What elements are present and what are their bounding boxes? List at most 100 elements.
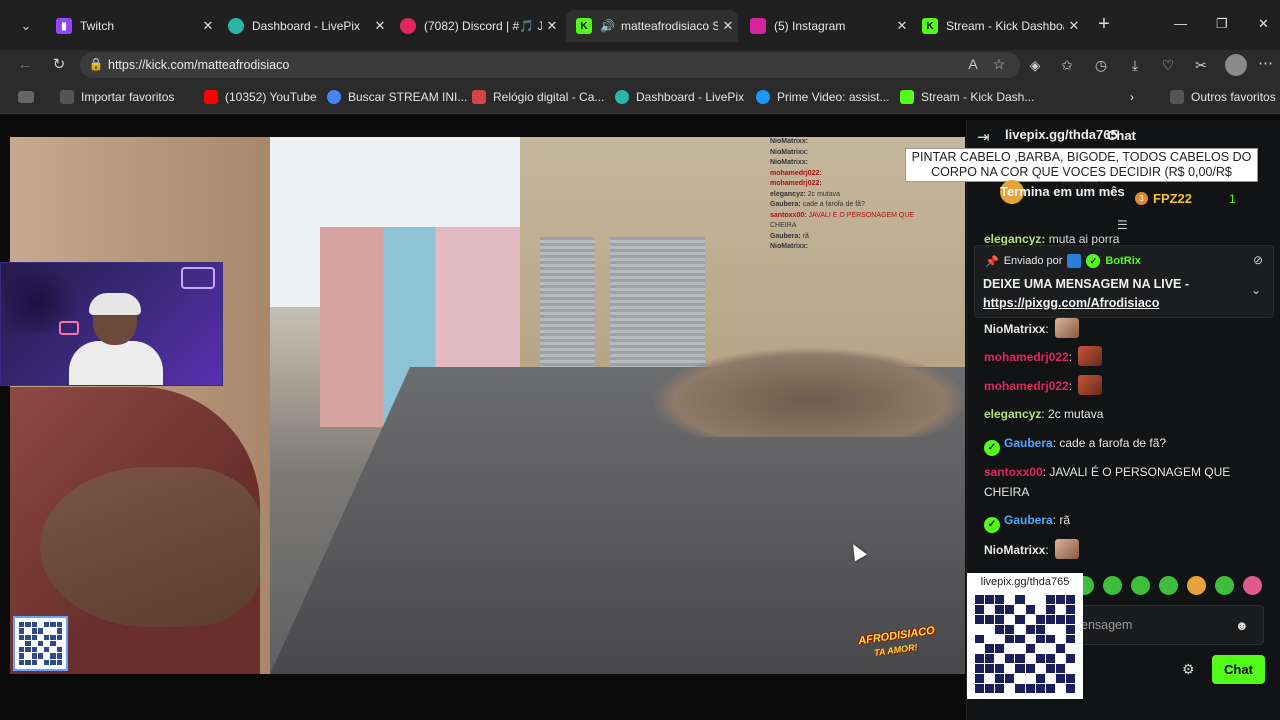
pinned-message: 📌 Enviado por ✓ BotRix ⊘ DEIXE UMA MENSA… <box>974 245 1274 318</box>
qr-code-small <box>13 616 68 671</box>
collapse-chat-icon[interactable]: ⇥ <box>977 128 995 146</box>
emote-icon[interactable] <box>1159 576 1178 595</box>
favorites-icon[interactable]: ✩ <box>1056 55 1078 75</box>
minimize-icon[interactable]: — <box>1174 16 1187 31</box>
chat-message: ✓ Gaubera: cade a farofa de fã? <box>984 433 1166 456</box>
overlay-chat-line: NioMatrixx: <box>770 243 809 250</box>
close-icon[interactable]: ✕ <box>892 18 912 34</box>
chat-text: CHEIRA <box>984 485 1030 499</box>
address-bar[interactable]: 🔒 https://kick.com/matteafrodisiaco A ☆ <box>80 52 1020 78</box>
tab-label: matteafrodisiaco St <box>620 19 718 33</box>
tab-list-icon[interactable] <box>18 88 41 106</box>
chat-message: mohamedrj022: <box>984 375 1103 396</box>
emote-icon[interactable] <box>1215 576 1234 595</box>
restore-icon[interactable]: ❐ <box>1216 16 1228 32</box>
close-icon[interactable]: ✕ <box>1064 18 1084 34</box>
chat-message: NioMatrixx: <box>984 318 1080 339</box>
history-icon[interactable]: ◷ <box>1090 55 1112 75</box>
new-tab-button[interactable]: + <box>1094 14 1114 35</box>
window-close-icon[interactable]: ✕ <box>1258 16 1269 32</box>
pinned-toggle-icon[interactable]: ☰ <box>1117 218 1128 232</box>
tab-discord[interactable]: (7082) Discord | #🎵 Jli ✕ <box>390 10 562 42</box>
bookmark-other[interactable]: Outros favoritos <box>1170 88 1276 106</box>
chat-title: Chat <box>1107 128 1136 143</box>
tab-kick-active[interactable]: K 🔊 matteafrodisiaco St ✕ <box>566 10 738 42</box>
tab-twitch[interactable]: ▮ Twitch ✕ <box>46 10 218 42</box>
tab-label: (5) Instagram <box>774 19 846 33</box>
speaker-icon[interactable]: 🔊 <box>600 19 615 33</box>
overlay-chat-line: elegancyz: 2c mutava <box>770 190 841 198</box>
site-info-icon[interactable]: 🔒 <box>88 57 104 73</box>
chevron-right-icon[interactable]: › <box>1130 88 1134 106</box>
kick-icon: K <box>576 18 592 34</box>
extension-icon[interactable]: ◈ <box>1024 55 1046 75</box>
chat-username[interactable]: Gaubera <box>1004 513 1053 527</box>
tab-livepix[interactable]: Dashboard - LivePix ✕ <box>218 10 390 42</box>
bookmark-livepix[interactable]: Dashboard - LivePix <box>615 88 744 106</box>
bookmark-label: Dashboard - LivePix <box>636 90 745 104</box>
reload-icon[interactable]: ↻ <box>48 55 70 75</box>
chat-username[interactable]: mohamedrj022 <box>984 379 1069 393</box>
emote-image <box>1078 346 1103 366</box>
close-icon[interactable]: ✕ <box>370 18 390 34</box>
overlay-chat-line: Gaubera: rã <box>770 232 809 240</box>
top-gifter-name[interactable]: FPZ22 <box>1153 191 1192 206</box>
screenshot-icon[interactable]: ✂ <box>1190 55 1212 75</box>
emote-icon[interactable] <box>1243 576 1262 595</box>
chat-input-placeholder: ensagem <box>1081 618 1133 632</box>
chat-username[interactable]: santoxx00 <box>984 465 1043 479</box>
chat-username[interactable]: Gaubera <box>1004 436 1053 450</box>
tab-kick-dashboard[interactable]: K Stream - Kick Dashboar ✕ <box>912 10 1084 42</box>
chat-username[interactable]: NioMatrixx <box>984 543 1045 557</box>
chat-settings-icon[interactable]: ⚙ <box>1182 661 1195 678</box>
bot-avatar-icon <box>1067 254 1082 268</box>
top-gifter-count: 1 <box>1229 192 1236 206</box>
chevron-down-icon[interactable]: ⌄ <box>1251 283 1261 297</box>
chat-text: JAVALI É O PERSONAGEM QUE <box>1049 465 1231 479</box>
performance-icon[interactable]: ♡ <box>1157 55 1179 75</box>
profile-avatar[interactable] <box>1225 54 1247 76</box>
bookmark-import[interactable]: Importar favoritos <box>60 88 174 106</box>
bookmark-relogio[interactable]: Relógio digital - Ca... <box>472 88 604 106</box>
clock-icon <box>472 90 486 104</box>
bookmark-youtube[interactable]: (10352) YouTube <box>204 88 317 106</box>
more-options-icon[interactable]: ⋯ <box>1258 54 1273 72</box>
hide-pin-icon[interactable]: ⊘ <box>1253 253 1263 267</box>
bot-name[interactable]: BotRix <box>1105 255 1140 267</box>
back-icon[interactable]: ← <box>14 55 36 75</box>
chat-username[interactable]: mohamedrj022 <box>984 350 1069 364</box>
bookmark-label: Buscar STREAM INI... <box>348 90 468 104</box>
read-aloud-icon[interactable]: A <box>964 56 982 74</box>
emote-icon[interactable] <box>1131 576 1150 595</box>
emote-icon[interactable] <box>1187 576 1206 595</box>
tab-instagram[interactable]: (5) Instagram ✕ <box>740 10 912 42</box>
tab-actions-menu[interactable]: ⌄ <box>12 12 40 40</box>
google-icon <box>327 90 341 104</box>
chat-message: santoxx00: JAVALI É O PERSONAGEM QUE <box>984 465 1231 479</box>
url-text[interactable]: https://kick.com/matteafrodisiaco <box>108 58 289 72</box>
send-chat-button[interactable]: Chat <box>1212 655 1265 684</box>
emoji-picker-icon[interactable]: ☻ <box>1235 618 1249 633</box>
close-icon[interactable]: ✕ <box>198 18 218 34</box>
youtube-icon <box>204 90 218 104</box>
emote-icon[interactable] <box>1103 576 1122 595</box>
pinned-link[interactable]: https://pixgg.com/Afrodisiaco <box>983 296 1159 310</box>
chat-message-continuation: CHEIRA <box>984 482 1029 502</box>
bookmark-kick[interactable]: Stream - Kick Dash... <box>900 88 1034 106</box>
close-icon[interactable]: ✕ <box>718 18 738 34</box>
bookmark-prime[interactable]: Prime Video: assist... <box>756 88 890 106</box>
emote-image <box>1055 539 1080 559</box>
bookmark-label: Relógio digital - Ca... <box>493 90 605 104</box>
verified-icon: ✓ <box>984 517 1000 533</box>
close-icon[interactable]: ✕ <box>542 18 562 34</box>
favorite-star-icon[interactable]: ☆ <box>990 56 1008 74</box>
chat-message-input[interactable]: ensagem ☻ <box>1074 605 1264 645</box>
tab-label: (7082) Discord | #🎵 Jli <box>424 19 542 33</box>
chat-username[interactable]: elegancyz <box>984 407 1041 421</box>
pinned-meta: 📌 Enviado por ✓ BotRix <box>985 254 1141 268</box>
overlay-chat-line: CHEIRA <box>770 222 797 229</box>
bookmark-buscar[interactable]: Buscar STREAM INI... <box>327 88 467 106</box>
chat-username[interactable]: NioMatrixx <box>984 322 1045 336</box>
video-rubble <box>650 347 965 437</box>
download-icon[interactable]: ⤓ <box>1124 55 1146 75</box>
